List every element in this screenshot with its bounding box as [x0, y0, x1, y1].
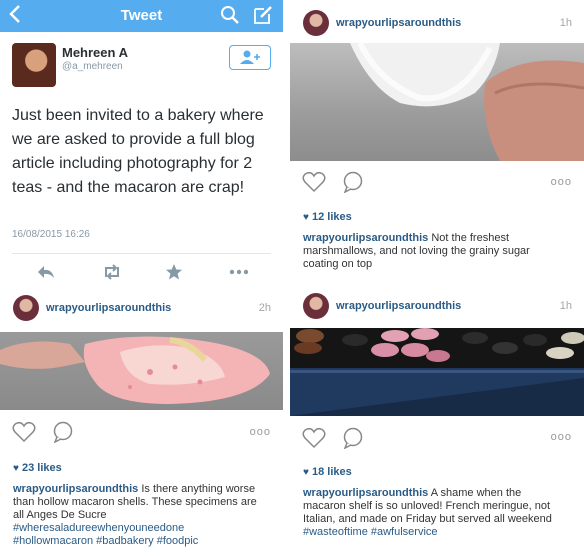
post-username[interactable]: wrapyourlipsaroundthis: [336, 17, 461, 29]
comment-icon[interactable]: [342, 427, 364, 450]
post-username[interactable]: wrapyourlipsaroundthis: [46, 302, 171, 314]
like-icon[interactable]: [12, 421, 36, 443]
author-handle[interactable]: @a_mehreen: [62, 61, 123, 72]
follow-button[interactable]: [229, 45, 271, 70]
avatar[interactable]: [303, 293, 329, 319]
post-caption: wrapyourlipsaroundthis A shame when the …: [303, 487, 565, 539]
avatar[interactable]: [303, 10, 329, 36]
tweet-panel: Tweet Mehreen A @a_mehreen Just been inv…: [0, 0, 283, 290]
post-username[interactable]: wrapyourlipsaroundthis: [336, 300, 461, 312]
favorite-icon[interactable]: [165, 263, 187, 281]
avatar[interactable]: [12, 43, 56, 87]
like-count: ♥ 18 likes: [303, 466, 352, 478]
more-options-icon[interactable]: ooo: [551, 176, 572, 188]
post-time: 1h: [559, 17, 572, 29]
post-photo[interactable]: [0, 332, 283, 410]
caption-username[interactable]: wrapyourlipsaroundthis: [303, 232, 428, 244]
post-photo[interactable]: [290, 328, 584, 416]
heart-icon: ♥: [13, 463, 19, 474]
more-options-icon[interactable]: ooo: [551, 431, 572, 443]
caption-username[interactable]: wrapyourlipsaroundthis: [303, 487, 428, 499]
post-caption: wrapyourlipsaroundthis Is there anything…: [13, 483, 265, 548]
caption-username[interactable]: wrapyourlipsaroundthis: [13, 483, 138, 495]
like-count: ♥ 12 likes: [303, 211, 352, 223]
caption-tags[interactable]: #wasteoftime #awfulservice: [303, 526, 438, 538]
more-options-icon[interactable]: ooo: [250, 426, 271, 438]
divider: [12, 253, 271, 254]
tweet-text: Just been invited to a bakery where we a…: [12, 107, 264, 196]
heart-icon: ♥: [303, 467, 309, 478]
retweet-icon[interactable]: [101, 263, 123, 281]
post-caption: wrapyourlipsaroundthis Not the freshest …: [303, 232, 563, 271]
instagram-post: wrapyourlipsaroundthis 1h ooo ♥ 18 likes…: [290, 290, 584, 556]
instagram-post: wrapyourlipsaroundthis 1h ooo ♥ 12 likes…: [290, 0, 584, 290]
post-time: 2h: [258, 302, 271, 314]
like-count: ♥ 23 likes: [13, 462, 62, 474]
compose-icon[interactable]: [252, 4, 274, 26]
more-icon[interactable]: [228, 263, 250, 281]
add-user-icon: [240, 50, 260, 64]
tweet-nav-bar: Tweet: [0, 0, 283, 32]
comment-icon[interactable]: [342, 171, 364, 194]
comment-icon[interactable]: [52, 421, 74, 444]
avatar[interactable]: [13, 295, 39, 321]
heart-icon: ♥: [303, 212, 309, 223]
like-icon[interactable]: [302, 171, 326, 193]
caption-tags[interactable]: #wheresaladureewhenyouneedone #hollowmac…: [13, 522, 198, 547]
post-time: 1h: [559, 300, 572, 312]
search-icon[interactable]: [220, 5, 240, 25]
reply-icon[interactable]: [36, 263, 58, 281]
instagram-post: wrapyourlipsaroundthis 2h ooo ♥ 23 likes…: [0, 290, 283, 556]
tweet-timestamp: 16/08/2015 16:26: [12, 229, 90, 240]
like-icon[interactable]: [302, 427, 326, 449]
post-photo[interactable]: [290, 43, 584, 161]
nav-title: Tweet: [120, 7, 163, 24]
author-name[interactable]: Mehreen A: [62, 45, 128, 60]
